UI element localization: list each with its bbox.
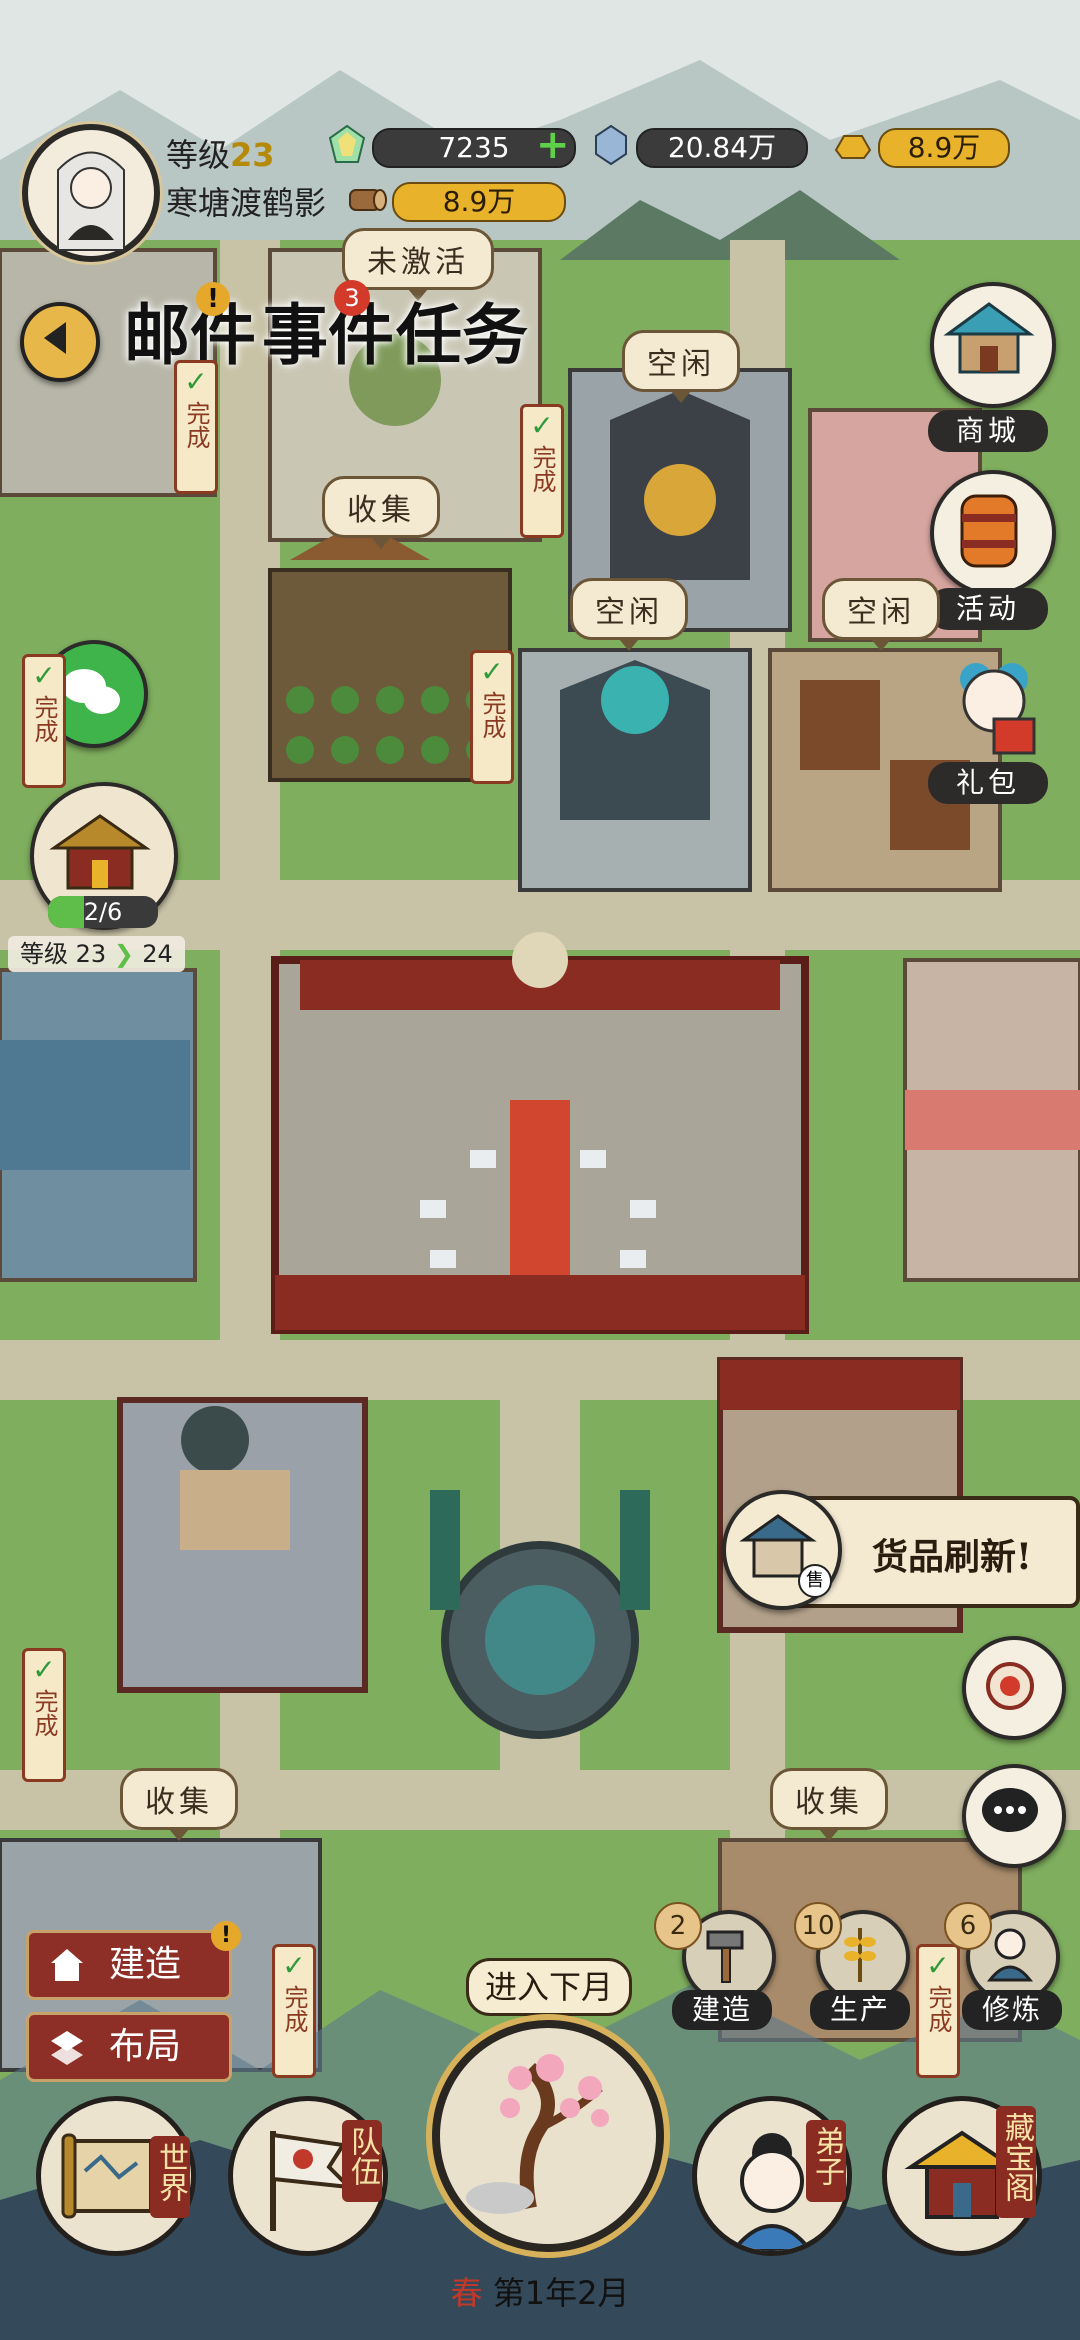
next-month-label: 进入下月 — [484, 1968, 613, 2006]
peach-button[interactable] — [962, 1636, 1066, 1740]
done-tag-1[interactable]: ✓ 完成 — [174, 360, 218, 494]
build-alert-badge: ! — [211, 1921, 241, 1951]
level-upgrade-info: 等级 23 ❯ 24 — [8, 936, 185, 972]
next-month-button[interactable]: 进入下月 — [466, 1958, 632, 2016]
world-label: 世界 — [150, 2136, 190, 2218]
check-icon: ✓ — [32, 659, 56, 692]
shop-refresh-icon: 售 — [722, 1490, 842, 1610]
gift-girl-icon — [960, 663, 1036, 755]
level-label: 等级23 — [166, 130, 275, 176]
lantern-icon — [960, 494, 1018, 568]
produce-label: 生产 — [810, 1990, 910, 2030]
task-label: 任务 — [396, 296, 528, 374]
cultivate-label: 修炼 — [962, 1990, 1062, 2030]
mail-alert-badge: ! — [196, 282, 230, 316]
left-arrow-icon — [44, 322, 66, 354]
crystal-counter: 20.84万 — [636, 128, 808, 168]
season-date: 春 第1年2月 — [430, 2268, 650, 2314]
done-tag-4[interactable]: ✓ 完成 — [22, 654, 66, 788]
season-dial[interactable] — [432, 2020, 664, 2252]
house-icon — [51, 1949, 83, 1981]
gold-ingot-icon — [834, 135, 872, 159]
jade-gem-icon — [328, 124, 366, 163]
sect-progress-bar: 2/6 — [48, 896, 158, 928]
produce-count: 10 — [794, 1902, 842, 1950]
avatar-portrait-icon — [57, 151, 125, 251]
team-label: 队伍 — [342, 2120, 382, 2202]
build-label: 建造 — [109, 1944, 182, 1985]
collect-bubble-farm[interactable]: 收集 — [322, 476, 440, 549]
check-icon: ✓ — [282, 1949, 306, 1982]
check-icon: ✓ — [184, 365, 208, 398]
inactive-bubble: 未激活 — [342, 228, 494, 301]
done-tag-6[interactable]: ✓ 完成 — [272, 1944, 316, 2078]
avatar[interactable] — [22, 124, 160, 262]
done-tag-3[interactable]: ✓ 完成 — [470, 650, 514, 784]
pavilion-icon — [943, 302, 1035, 374]
player-name: 寒塘渡鹤影 — [166, 184, 327, 222]
level-to: 24 — [142, 940, 173, 968]
idle-bubble-furnace[interactable]: 空闲 — [622, 330, 740, 403]
chat-bubble-icon — [982, 1788, 1038, 1832]
season-name: 春 — [450, 2274, 483, 2312]
event-button[interactable]: 事件 — [262, 282, 394, 378]
done-tag-7[interactable]: ✓ 完成 — [916, 1944, 960, 2078]
back-arrow-button[interactable] — [20, 302, 100, 382]
event-label: 事件 — [262, 296, 394, 374]
done-tag-2[interactable]: ✓ 完成 — [520, 404, 564, 538]
crystal-value: 20.84万 — [667, 131, 777, 164]
build-queue-label: 建造 — [672, 1990, 772, 2030]
shop-sell-mark: 售 — [798, 1564, 832, 1598]
task-button[interactable]: 任务 — [396, 282, 528, 378]
idle-bubble-lumber[interactable]: 空闲 — [822, 578, 940, 651]
shop-button[interactable] — [930, 282, 1056, 408]
shop-label: 商城 — [928, 410, 1048, 452]
crystal-icon — [595, 124, 627, 166]
check-icon: ✓ — [530, 409, 554, 442]
check-icon: ✓ — [926, 1949, 950, 1982]
level-arrow-icon: ❯ — [113, 940, 143, 968]
message-button[interactable] — [962, 1764, 1066, 1868]
check-icon: ✓ — [32, 1653, 56, 1686]
gift-button[interactable] — [930, 645, 1048, 763]
check-icon: ✓ — [480, 655, 504, 688]
disciples-label: 弟子 — [806, 2120, 846, 2202]
sect-progress-text: 2/6 — [83, 898, 123, 926]
level-value: 23 — [230, 136, 275, 174]
wood-value: 8.9万 — [442, 185, 516, 218]
jade-add-button[interactable]: + — [536, 124, 570, 166]
wood-log-icon — [349, 189, 387, 211]
activity-button[interactable] — [930, 470, 1056, 596]
event-count-badge: 3 — [334, 280, 370, 316]
date-text: 第1年2月 — [492, 2274, 630, 2312]
collect-bubble-bottom-right[interactable]: 收集 — [770, 1768, 888, 1841]
gift-label: 礼包 — [928, 762, 1048, 804]
collect-bubble-bottom-left[interactable]: 收集 — [120, 1768, 238, 1841]
layout-grid-icon — [51, 2031, 83, 2065]
plum-blossom-tree-icon — [466, 2054, 609, 2214]
done-tag-5[interactable]: ✓ 完成 — [22, 1648, 66, 1782]
jade-value: 7235 — [438, 131, 510, 164]
gold-counter: 8.9万 — [878, 128, 1010, 168]
build-queue-count: 2 — [654, 1902, 702, 1950]
activity-label: 活动 — [928, 588, 1048, 630]
top-header: 等级23 寒塘渡鹤影 7235 + 20.84万 8.9万 8.9万 — [0, 0, 1080, 262]
wood-counter: 8.9万 — [392, 182, 566, 222]
layout-button[interactable]: 布局 — [26, 2012, 232, 2082]
build-button[interactable]: 建造 ! — [26, 1921, 241, 2000]
layout-label: 布局 — [109, 2026, 182, 2067]
gold-value: 8.9万 — [907, 131, 981, 164]
shop-refresh-text: 货品刷新! — [872, 1536, 1032, 1578]
level-text: 等级 — [166, 136, 231, 174]
level-from: 等级 23 — [20, 940, 107, 968]
idle-bubble-formation[interactable]: 空闲 — [570, 578, 688, 651]
treasure-label: 藏宝阁 — [996, 2106, 1036, 2218]
cultivate-count: 6 — [944, 1902, 992, 1950]
peach-icon — [986, 1662, 1034, 1710]
